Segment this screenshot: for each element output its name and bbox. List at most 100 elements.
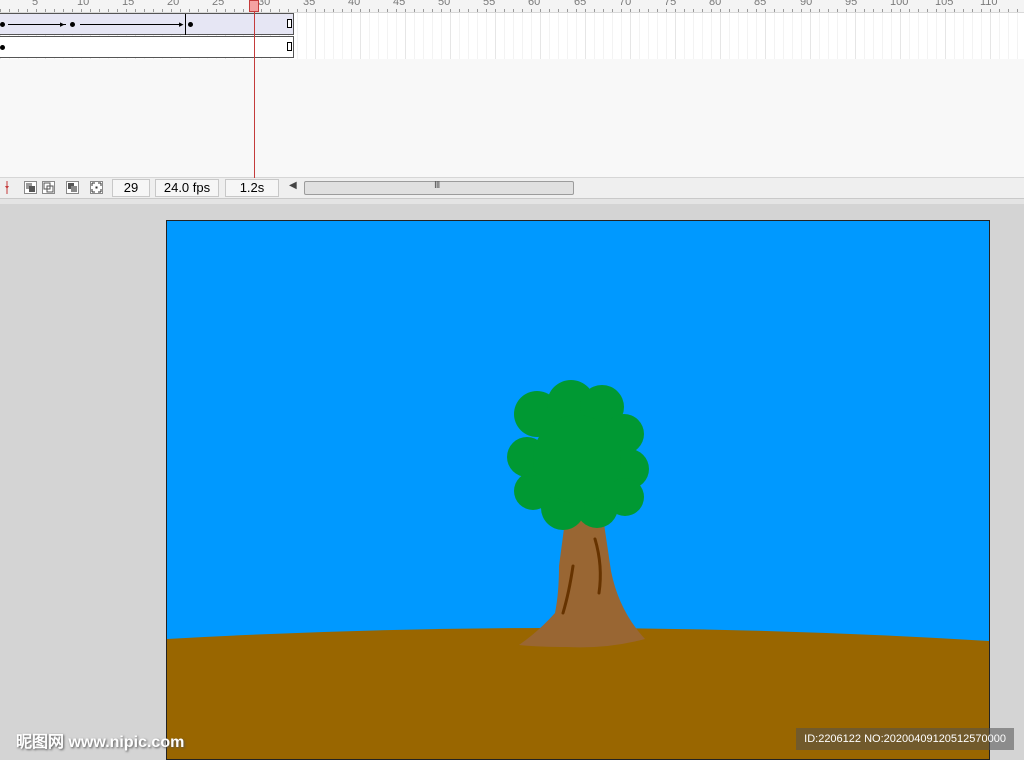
ruler-tick: [585, 9, 586, 12]
keyframe-divider: [185, 14, 186, 35]
ruler-label: 25: [212, 0, 225, 8]
end-frame-marker[interactable]: [287, 19, 292, 28]
ruler-tick: [612, 9, 613, 12]
timeline-panel: 5 10 15 20 25 30 35 40 45 50 55 60 65 70…: [0, 0, 1024, 205]
ruler-tick: [828, 9, 829, 12]
ruler-tick: [387, 9, 388, 12]
onion-skin-outline-icon[interactable]: [42, 181, 55, 194]
ruler-tick: [864, 9, 865, 12]
ruler-tick: [873, 9, 874, 12]
tween-arrow-icon: ▸: [60, 19, 65, 29]
ruler-tick: [378, 9, 379, 12]
layer-row-tween[interactable]: ▸ ▸: [0, 13, 294, 35]
ruler-tick: [648, 9, 649, 12]
ruler-tick: [1008, 9, 1009, 12]
ruler-tick: [954, 9, 955, 12]
ruler-tick: [189, 9, 190, 12]
tween-arrow-icon: ▸: [179, 19, 184, 29]
center-frame-icon[interactable]: [4, 181, 10, 194]
ruler-label: 45: [393, 0, 406, 8]
ruler-label: 75: [664, 0, 677, 8]
scrollbar-grip-icon: III: [434, 180, 440, 191]
ruler-tick: [261, 9, 262, 12]
ruler-tick: [738, 9, 739, 12]
ruler-tick: [603, 9, 604, 12]
ruler-label: 65: [574, 0, 587, 8]
ruler-tick: [27, 9, 28, 12]
ruler-tick: [927, 9, 928, 12]
frame-ruler[interactable]: 5 10 15 20 25 30 35 40 45 50 55 60 65 70…: [0, 0, 1024, 13]
ruler-tick: [54, 9, 55, 12]
ruler-tick: [792, 9, 793, 12]
motion-tween-line: [80, 24, 181, 25]
ruler-label: 30: [258, 0, 271, 8]
ruler-tick: [909, 9, 910, 12]
ruler-tick: [162, 9, 163, 12]
ruler-tick: [810, 9, 811, 12]
ruler-label: 95: [845, 0, 858, 8]
ruler-tick: [891, 9, 892, 12]
ruler-tick: [270, 9, 271, 12]
ruler-tick: [549, 9, 550, 12]
keyframe[interactable]: [0, 22, 5, 27]
ruler-tick: [405, 9, 406, 12]
onion-skin-icon[interactable]: [24, 181, 37, 194]
ruler-tick: [522, 9, 523, 12]
keyframe[interactable]: [188, 22, 193, 27]
ruler-label: 5: [32, 0, 39, 8]
ruler-tick: [819, 9, 820, 12]
ruler-tick: [594, 9, 595, 12]
layer-row-static[interactable]: [0, 36, 294, 58]
ruler-tick: [702, 9, 703, 12]
ruler-tick: [36, 9, 37, 12]
modify-onion-markers-icon[interactable]: [90, 181, 103, 194]
ruler-tick: [351, 9, 352, 12]
ruler-label: 55: [483, 0, 496, 8]
ruler-tick: [720, 9, 721, 12]
ruler-label: 60: [528, 0, 541, 8]
current-frame-field: 29: [112, 179, 150, 197]
ruler-tick: [369, 9, 370, 12]
ruler-tick: [531, 9, 532, 12]
ruler-tick: [441, 9, 442, 12]
ruler-tick: [279, 9, 280, 12]
ruler-label: 10: [77, 0, 90, 8]
ruler-tick: [639, 9, 640, 12]
frame-rate-field[interactable]: 24.0 fps: [155, 179, 219, 197]
ruler-tick: [63, 9, 64, 12]
keyframe[interactable]: [70, 22, 75, 27]
keyframe[interactable]: [0, 45, 5, 50]
ruler-tick: [711, 9, 712, 12]
stage-canvas[interactable]: [166, 220, 990, 760]
ruler-label: 40: [348, 0, 361, 8]
playhead-handle[interactable]: [249, 0, 259, 12]
ruler-tick: [45, 9, 46, 12]
ruler-tick: [513, 9, 514, 12]
ruler-tick: [117, 9, 118, 12]
ruler-tick: [855, 9, 856, 12]
horizontal-scrollbar-thumb[interactable]: III: [304, 180, 574, 195]
ruler-tick: [234, 9, 235, 12]
ruler-tick: [9, 9, 10, 12]
ruler-label: 20: [167, 0, 180, 8]
ruler-tick: [846, 9, 847, 12]
ruler-tick: [972, 9, 973, 12]
ruler-tick: [333, 9, 334, 12]
ruler-tick: [360, 9, 361, 12]
ruler-label: 15: [122, 0, 135, 8]
ruler-tick: [981, 9, 982, 12]
ruler-tick: [495, 9, 496, 12]
ruler-tick: [297, 9, 298, 12]
motion-tween-line: [8, 24, 66, 25]
ruler-label: 105: [935, 0, 954, 8]
scroll-left-arrow-icon[interactable]: ◀: [289, 180, 297, 191]
ruler-tick: [171, 9, 172, 12]
ruler-tick: [243, 9, 244, 12]
ruler-tick: [468, 9, 469, 12]
ruler-tick: [72, 9, 73, 12]
ruler-tick: [765, 9, 766, 12]
ruler-tick: [477, 9, 478, 12]
edit-multiple-frames-icon[interactable]: [66, 181, 79, 194]
ruler-label: 50: [438, 0, 451, 8]
end-frame-marker[interactable]: [287, 42, 292, 51]
